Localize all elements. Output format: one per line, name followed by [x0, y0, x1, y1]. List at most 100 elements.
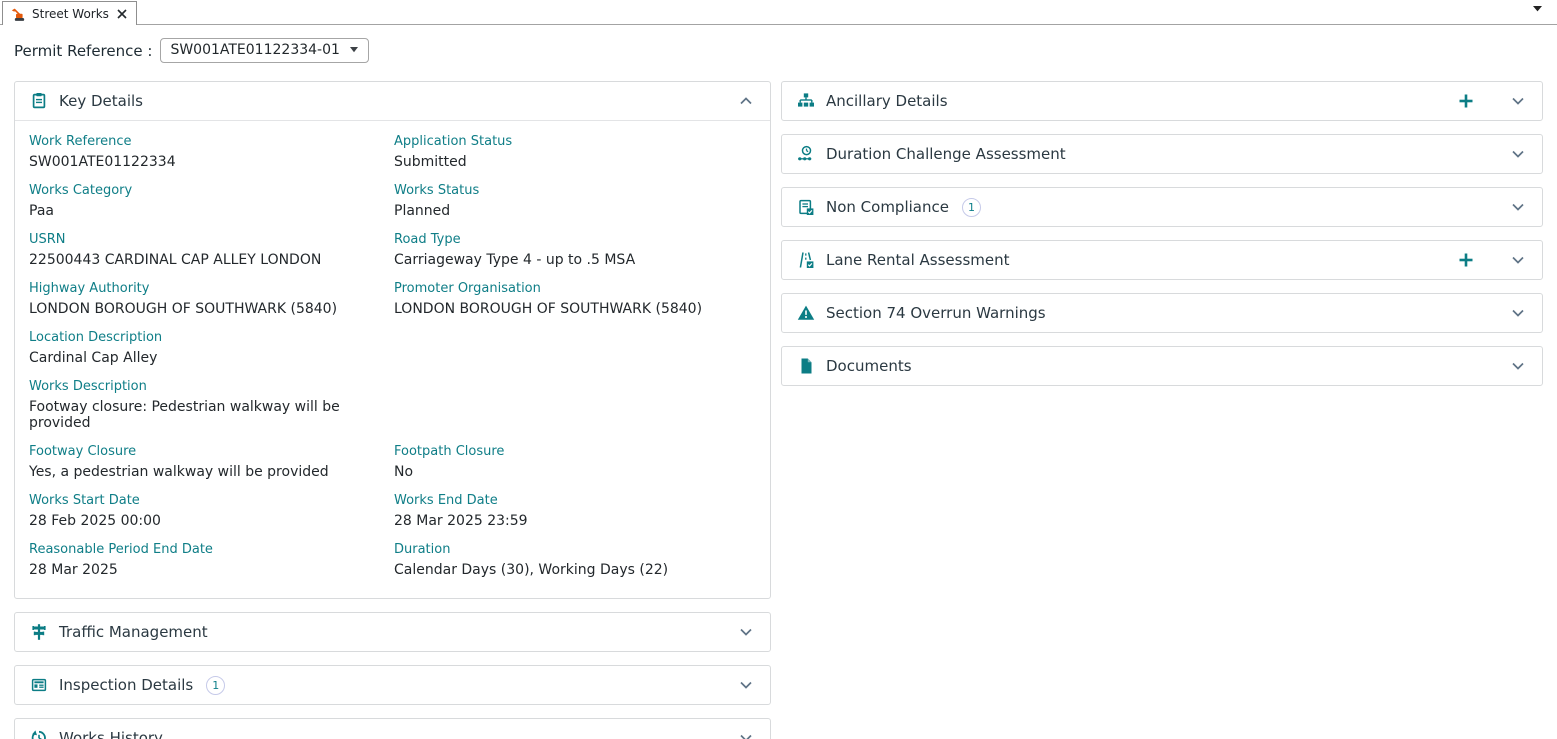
chevron-down-icon[interactable]: [1509, 251, 1527, 269]
chevron-up-icon[interactable]: [737, 92, 755, 110]
key-details-fields: Work Reference SW001ATE01122334 Applicat…: [15, 121, 770, 598]
works-history-panel: Works History: [14, 718, 771, 739]
warning-triangle-icon: [797, 304, 815, 322]
non-compliance-header[interactable]: Non Compliance 1: [782, 188, 1542, 226]
select-caret-icon: [350, 47, 359, 53]
field-value: Cardinal Cap Alley: [29, 350, 376, 366]
field-promoter-organisation: Promoter Organisation LONDON BOROUGH OF …: [394, 281, 756, 317]
tab-list-dropdown-icon[interactable]: [1533, 6, 1543, 12]
chevron-down-icon[interactable]: [1509, 92, 1527, 110]
chevron-down-icon[interactable]: [737, 729, 755, 739]
permit-reference-row: Permit Reference : SW001ATE01122334-01: [14, 38, 1557, 63]
inspection-details-header[interactable]: Inspection Details 1: [15, 666, 770, 704]
sitemap-icon: [797, 92, 815, 110]
chevron-down-icon[interactable]: [1509, 198, 1527, 216]
field-value: Footway closure: Pedestrian walkway will…: [29, 399, 376, 431]
field-label: Works Description: [29, 379, 376, 394]
documents-header[interactable]: Documents: [782, 347, 1542, 385]
field-label: Road Type: [394, 232, 738, 247]
excavator-icon: [10, 6, 26, 22]
permit-reference-select[interactable]: SW001ATE01122334-01: [160, 38, 368, 63]
non-compliance-icon: [797, 198, 815, 216]
chevron-down-icon[interactable]: [1509, 304, 1527, 322]
panel-title: Inspection Details: [59, 676, 193, 694]
field-label: Application Status: [394, 134, 738, 149]
count-badge: 1: [206, 676, 225, 695]
works-history-icon: [30, 729, 48, 739]
field-value: 22500443 CARDINAL CAP ALLEY LONDON: [29, 252, 376, 268]
field-duration: Duration Calendar Days (30), Working Day…: [394, 542, 756, 578]
field-value: 28 Mar 2025 23:59: [394, 513, 738, 529]
field-value: Planned: [394, 203, 738, 219]
add-icon[interactable]: [1458, 252, 1474, 268]
field-footpath-closure: Footpath Closure No: [394, 444, 756, 480]
chevron-down-icon[interactable]: [1509, 145, 1527, 163]
field-label: Works Status: [394, 183, 738, 198]
lane-rental-header[interactable]: Lane Rental Assessment: [782, 241, 1542, 279]
document-icon: [797, 357, 815, 375]
field-label: Footpath Closure: [394, 444, 738, 459]
count-badge: 1: [962, 198, 981, 217]
chevron-down-icon[interactable]: [1509, 357, 1527, 375]
section-74-panel: Section 74 Overrun Warnings: [781, 293, 1543, 333]
field-value: 28 Feb 2025 00:00: [29, 513, 376, 529]
field-label: Promoter Organisation: [394, 281, 738, 296]
field-value: Calendar Days (30), Working Days (22): [394, 562, 738, 578]
traffic-management-panel: Traffic Management: [14, 612, 771, 652]
field-works-end-date: Works End Date 28 Mar 2025 23:59: [394, 493, 756, 529]
tab-street-works[interactable]: Street Works: [2, 1, 137, 25]
field-label: Duration: [394, 542, 738, 557]
panel-title: Traffic Management: [59, 623, 208, 641]
main-content: Key Details Work Reference SW001ATE01122…: [0, 81, 1557, 739]
field-reasonable-period-end-date: Reasonable Period End Date 28 Mar 2025: [29, 542, 394, 578]
field-highway-authority: Highway Authority LONDON BOROUGH OF SOUT…: [29, 281, 394, 317]
permit-reference-label: Permit Reference :: [14, 42, 152, 60]
field-works-status: Works Status Planned: [394, 183, 756, 219]
clipboard-icon: [30, 92, 48, 110]
field-label: Reasonable Period End Date: [29, 542, 376, 557]
traffic-management-header[interactable]: Traffic Management: [15, 613, 770, 651]
panel-title: Section 74 Overrun Warnings: [826, 304, 1046, 322]
field-works-start-date: Works Start Date 28 Feb 2025 00:00: [29, 493, 394, 529]
traffic-management-icon: [30, 623, 48, 641]
key-details-panel: Key Details Work Reference SW001ATE01122…: [14, 81, 771, 599]
field-empty: [394, 330, 756, 366]
field-value: LONDON BOROUGH OF SOUTHWARK (5840): [29, 301, 376, 317]
chevron-down-icon[interactable]: [737, 676, 755, 694]
field-empty: [394, 379, 756, 431]
field-label: Work Reference: [29, 134, 376, 149]
field-location-description: Location Description Cardinal Cap Alley: [29, 330, 394, 366]
documents-panel: Documents: [781, 346, 1543, 386]
chevron-down-icon[interactable]: [737, 623, 755, 641]
duration-challenge-icon: [797, 145, 815, 163]
works-history-header[interactable]: Works History: [15, 719, 770, 739]
lane-rental-icon: [797, 251, 815, 269]
field-label: Works Category: [29, 183, 376, 198]
key-details-header[interactable]: Key Details: [15, 82, 770, 120]
close-icon[interactable]: [117, 9, 127, 19]
field-label: Works Start Date: [29, 493, 376, 508]
field-application-status: Application Status Submitted: [394, 134, 756, 170]
field-value: Yes, a pedestrian walkway will be provid…: [29, 464, 376, 480]
duration-challenge-header[interactable]: Duration Challenge Assessment: [782, 135, 1542, 173]
panel-title: Documents: [826, 357, 912, 375]
ancillary-details-panel: Ancillary Details: [781, 81, 1543, 121]
field-label: Location Description: [29, 330, 376, 345]
field-label: USRN: [29, 232, 376, 247]
panel-title: Key Details: [59, 92, 143, 110]
field-road-type: Road Type Carriageway Type 4 - up to .5 …: [394, 232, 756, 268]
inspection-details-icon: [30, 676, 48, 694]
add-icon[interactable]: [1458, 93, 1474, 109]
ancillary-details-header[interactable]: Ancillary Details: [782, 82, 1542, 120]
field-works-description: Works Description Footway closure: Pedes…: [29, 379, 394, 431]
field-value: 28 Mar 2025: [29, 562, 376, 578]
section-74-header[interactable]: Section 74 Overrun Warnings: [782, 294, 1542, 332]
panel-title: Non Compliance: [826, 198, 949, 216]
field-works-category: Works Category Paa: [29, 183, 394, 219]
field-usrn: USRN 22500443 CARDINAL CAP ALLEY LONDON: [29, 232, 394, 268]
field-label: Works End Date: [394, 493, 738, 508]
non-compliance-panel: Non Compliance 1: [781, 187, 1543, 227]
duration-challenge-panel: Duration Challenge Assessment: [781, 134, 1543, 174]
lane-rental-panel: Lane Rental Assessment: [781, 240, 1543, 280]
panel-title: Works History: [59, 729, 163, 739]
